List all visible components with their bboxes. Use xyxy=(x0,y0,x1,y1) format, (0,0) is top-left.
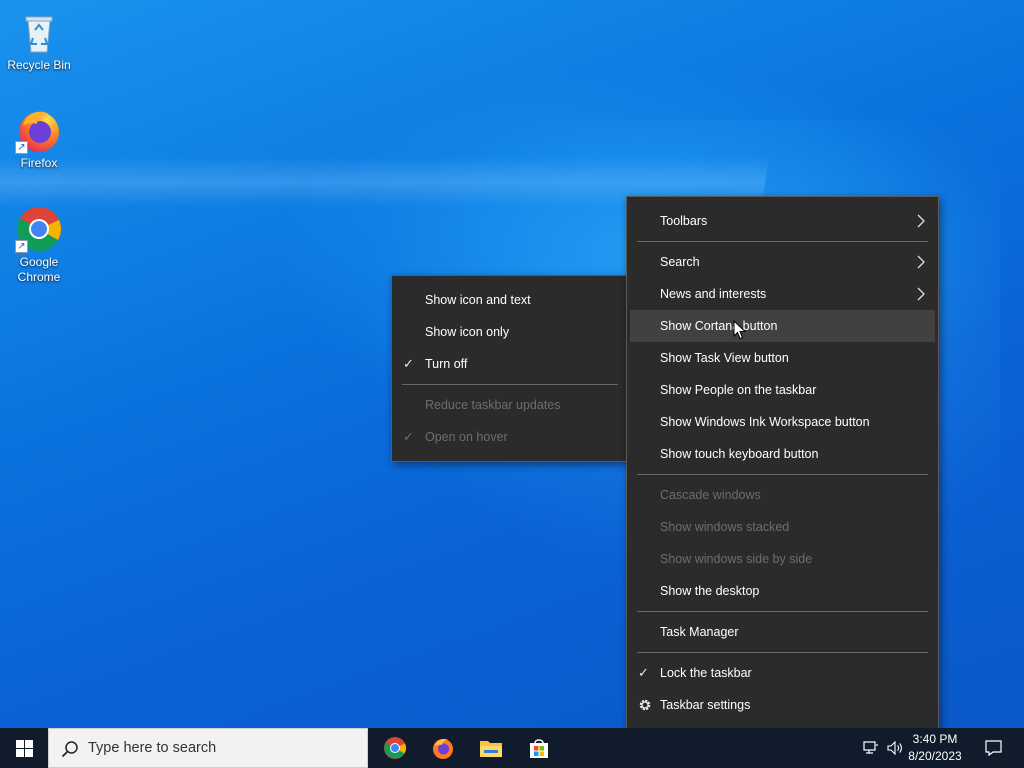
menu-item-label: Turn off xyxy=(425,357,468,371)
taskbar-clock[interactable]: 3:40 PM 8/20/2023 xyxy=(904,731,966,765)
menu-item-turn-off[interactable]: ✓ Turn off xyxy=(392,348,628,380)
chevron-right-icon xyxy=(917,287,925,301)
menu-item-label: News and interests xyxy=(660,287,767,301)
menu-item-label: Toolbars xyxy=(660,214,708,228)
mouse-cursor-icon xyxy=(733,320,746,340)
taskbar[interactable]: Type here to search 3:40 PM 8/20/2023 xyxy=(0,728,1024,768)
menu-item-label: Reduce taskbar updates xyxy=(425,398,561,412)
desktop-icon-chrome[interactable]: ↗ Google Chrome xyxy=(1,205,77,285)
menu-separator xyxy=(637,611,928,612)
volume-icon xyxy=(886,741,902,755)
menu-item-label: Show Task View button xyxy=(660,351,789,365)
menu-separator xyxy=(402,384,618,385)
menu-item-reduce-taskbar-updates: Reduce taskbar updates xyxy=(392,389,628,421)
menu-item-label: Lock the taskbar xyxy=(660,666,752,680)
menu-item-lock-the-taskbar[interactable]: ✓ Lock the taskbar xyxy=(627,657,938,689)
recycle-bin-icon xyxy=(15,8,63,56)
checkmark-icon: ✓ xyxy=(403,356,414,371)
taskbar-context-menu: Toolbars Search News and interests Show … xyxy=(626,196,939,730)
search-icon xyxy=(61,741,78,758)
desktop-icon-label: Recycle Bin xyxy=(7,58,71,72)
taskbar-chrome-button[interactable] xyxy=(371,728,419,768)
network-icon xyxy=(863,741,878,754)
menu-item-show-the-desktop[interactable]: Show the desktop xyxy=(627,575,938,607)
menu-separator xyxy=(637,652,928,653)
notification-icon xyxy=(984,740,1002,756)
menu-item-show-windows-side-by-side: Show windows side by side xyxy=(627,543,938,575)
menu-item-label: Show the desktop xyxy=(660,584,760,598)
taskbar-firefox-button[interactable] xyxy=(419,728,467,768)
menu-item-label: Show People on the taskbar xyxy=(660,383,817,397)
desktop-icon-label: Google Chrome xyxy=(17,255,61,284)
chevron-right-icon xyxy=(917,255,925,269)
menu-item-label: Task Manager xyxy=(660,625,739,639)
menu-item-label: Taskbar settings xyxy=(660,698,751,712)
desktop-icon-firefox[interactable]: ↗ Firefox xyxy=(1,106,77,171)
menu-item-search[interactable]: Search xyxy=(627,246,938,278)
action-center-button[interactable] xyxy=(976,728,1010,768)
menu-item-task-manager[interactable]: Task Manager xyxy=(627,616,938,648)
menu-item-show-cortana-button[interactable]: Show Cortana button xyxy=(630,310,935,342)
menu-item-cascade-windows: Cascade windows xyxy=(627,479,938,511)
shortcut-arrow-icon: ↗ xyxy=(15,240,28,253)
menu-item-news-and-interests[interactable]: News and interests xyxy=(627,278,938,310)
clock-date: 8/20/2023 xyxy=(908,749,962,763)
windows-logo-icon xyxy=(15,739,33,757)
menu-item-label: Show Windows Ink Workspace button xyxy=(660,415,870,429)
menu-item-show-icon-and-text[interactable]: Show icon and text xyxy=(392,284,628,316)
microsoft-store-icon xyxy=(530,739,548,758)
clock-time: 3:40 PM xyxy=(912,732,958,746)
checkmark-icon: ✓ xyxy=(403,429,414,444)
menu-item-open-on-hover: ✓ Open on hover xyxy=(392,421,628,453)
firefox-icon xyxy=(433,738,453,759)
menu-separator xyxy=(637,474,928,475)
checkmark-icon: ✓ xyxy=(638,665,649,680)
taskbar-file-explorer-button[interactable] xyxy=(467,728,515,768)
menu-item-show-windows-stacked: Show windows stacked xyxy=(627,511,938,543)
menu-item-label: Show icon only xyxy=(425,325,510,339)
menu-item-label: Cascade windows xyxy=(660,488,761,502)
menu-item-label: Search xyxy=(660,255,700,269)
menu-item-show-people[interactable]: Show People on the taskbar xyxy=(627,374,938,406)
menu-item-label: Open on hover xyxy=(425,430,508,444)
menu-item-show-touch-keyboard[interactable]: Show touch keyboard button xyxy=(627,438,938,470)
network-icon-button[interactable] xyxy=(860,728,882,768)
menu-item-label: Show icon and text xyxy=(425,293,531,307)
shortcut-arrow-icon: ↗ xyxy=(15,141,28,154)
search-placeholder: Type here to search xyxy=(88,740,217,756)
firefox-icon: ↗ xyxy=(15,106,63,154)
taskbar-search-box[interactable]: Type here to search xyxy=(48,728,368,768)
file-explorer-icon xyxy=(480,741,502,757)
taskbar-store-button[interactable] xyxy=(515,728,563,768)
desktop-icon-label: Firefox xyxy=(20,156,58,170)
menu-item-show-ink-workspace[interactable]: Show Windows Ink Workspace button xyxy=(627,406,938,438)
start-button[interactable] xyxy=(0,728,48,768)
volume-icon-button[interactable] xyxy=(884,728,906,768)
menu-item-show-task-view-button[interactable]: Show Task View button xyxy=(627,342,938,374)
menu-item-label: Show touch keyboard button xyxy=(660,447,819,461)
menu-item-label: Show windows side by side xyxy=(660,552,813,566)
menu-item-taskbar-settings[interactable]: Taskbar settings xyxy=(627,689,938,721)
menu-separator xyxy=(637,241,928,242)
desktop-icon-recycle-bin[interactable]: Recycle Bin xyxy=(1,8,77,73)
news-interests-submenu: Show icon and text Show icon only ✓ Turn… xyxy=(391,275,629,462)
chrome-icon: ↗ xyxy=(15,205,63,253)
chevron-right-icon xyxy=(917,214,925,228)
menu-item-label: Show windows stacked xyxy=(660,520,790,534)
menu-item-label: Show Cortana button xyxy=(660,319,778,333)
gear-icon xyxy=(639,699,651,711)
menu-item-show-icon-only[interactable]: Show icon only xyxy=(392,316,628,348)
chrome-icon xyxy=(384,737,406,759)
menu-item-toolbars[interactable]: Toolbars xyxy=(627,205,938,237)
